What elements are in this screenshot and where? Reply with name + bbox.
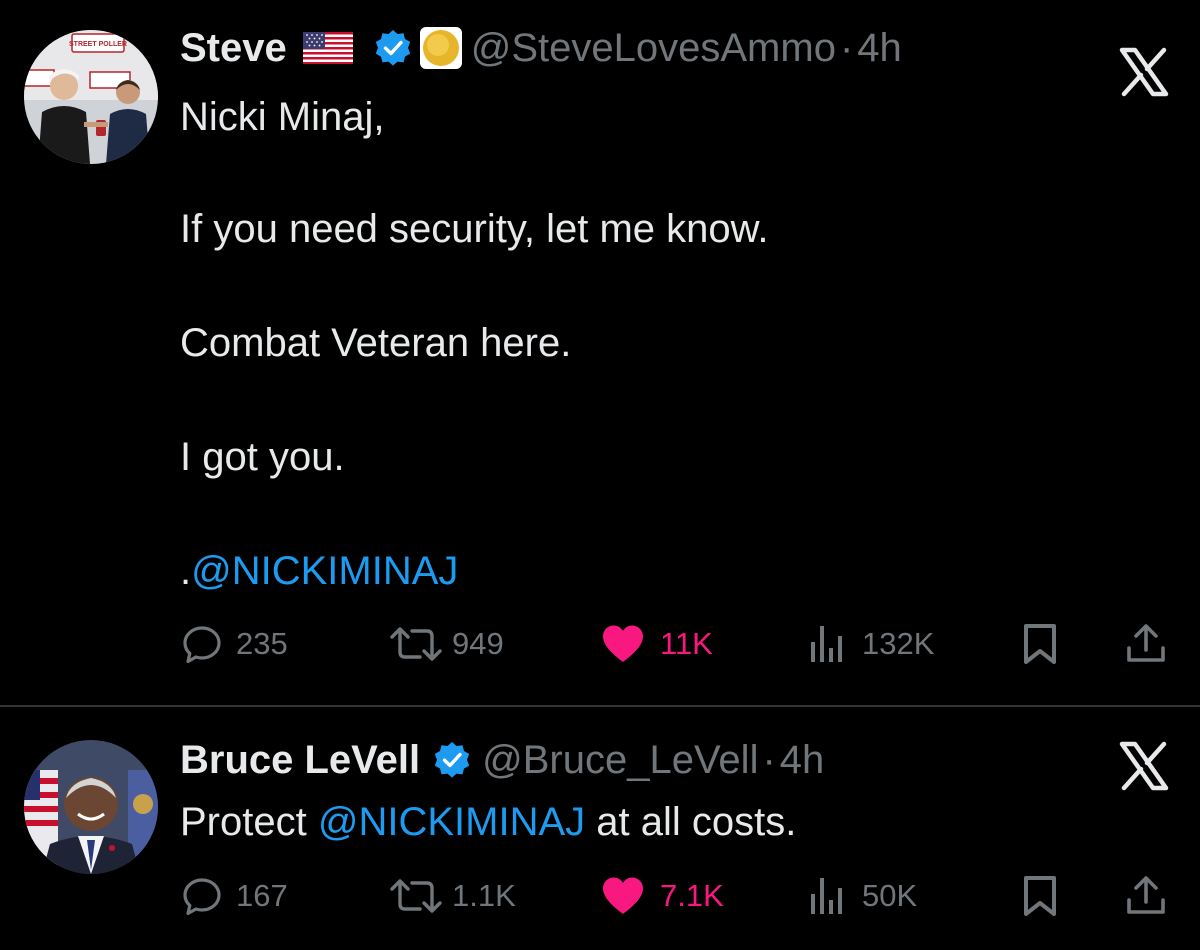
avatar[interactable]	[24, 740, 158, 874]
reply-button[interactable]: 235	[180, 620, 288, 668]
x-logo-icon	[1116, 44, 1172, 100]
bookmark-button[interactable]	[1020, 872, 1060, 920]
views-button[interactable]: 132K	[808, 620, 934, 668]
share-button[interactable]	[1124, 872, 1168, 920]
tweet-text-line-3: Combat Veteran here.	[180, 321, 572, 365]
avatar-bruce-image	[24, 740, 158, 874]
tweet-bruce-levell[interactable]: Bruce LeVell @Bruce_LeVell · 4h Protect …	[0, 708, 1200, 950]
tweet-text-before: Protect	[180, 800, 318, 844]
tweet-header: Bruce LeVell @Bruce_LeVell · 4h	[180, 736, 824, 784]
like-count: 11K	[660, 626, 713, 661]
avatar-steve-image: STREET POLLER	[24, 30, 158, 164]
gold-circle-badge-icon[interactable]	[419, 26, 463, 70]
avatar[interactable]: STREET POLLER	[24, 30, 158, 164]
tweet-text-line-4: I got you.	[180, 435, 345, 479]
tweet-steve[interactable]: STREET POLLER Steve @SteveLovesAmmo · 4h…	[0, 0, 1200, 706]
repost-icon	[390, 627, 442, 661]
x-logo-icon	[1116, 738, 1172, 794]
user-handle[interactable]: @SteveLovesAmmo	[471, 24, 836, 72]
repost-count: 949	[452, 626, 504, 661]
mention-link[interactable]: @NICKIMINAJ	[318, 800, 585, 844]
action-bar: 167 1.1K 7.1K 50K	[180, 872, 1170, 920]
reply-icon	[183, 878, 221, 916]
reply-count: 235	[236, 626, 288, 661]
tweet-header: Steve @SteveLovesAmmo · 4h	[180, 24, 902, 72]
separator-dot: ·	[762, 738, 776, 782]
share-button[interactable]	[1124, 620, 1168, 668]
reply-icon	[183, 626, 221, 664]
views-icon	[811, 626, 842, 662]
like-icon	[603, 625, 643, 662]
share-icon	[1127, 624, 1165, 662]
display-name[interactable]: Bruce LeVell	[180, 736, 420, 784]
reply-button[interactable]: 167	[180, 872, 288, 920]
mention-prefix: .	[180, 549, 192, 593]
tweet-divider	[0, 705, 1200, 707]
mention-link[interactable]: @NICKIMINAJ	[191, 549, 458, 593]
user-handle[interactable]: @Bruce_LeVell	[482, 736, 758, 784]
views-count: 50K	[862, 878, 918, 913]
tweet-text-after: at all costs.	[585, 800, 797, 844]
bookmark-button[interactable]	[1020, 620, 1060, 668]
tweet-mention-line: .@NICKIMINAJ	[180, 548, 458, 594]
reply-count: 167	[236, 878, 288, 913]
tweet-text: Protect @NICKIMINAJ at all costs.	[180, 799, 796, 845]
us-flag-icon	[302, 32, 353, 64]
timestamp[interactable]: 4h	[857, 24, 902, 72]
avatar-sign-text: STREET POLLER	[69, 41, 127, 48]
repost-button[interactable]: 1.1K	[386, 872, 516, 920]
views-icon	[811, 878, 842, 914]
views-count: 132K	[862, 626, 935, 661]
share-icon	[1127, 876, 1165, 914]
verified-badge-icon[interactable]	[432, 740, 472, 780]
display-name[interactable]: Steve	[180, 24, 287, 72]
timestamp[interactable]: 4h	[780, 736, 825, 784]
views-button[interactable]: 50K	[808, 872, 917, 920]
action-bar: 235 949 11K 132K	[180, 620, 1170, 668]
repost-button[interactable]: 949	[386, 620, 504, 668]
tweet-text-line-2: If you need security, let me know.	[180, 207, 769, 251]
like-count: 7.1K	[660, 878, 724, 913]
like-icon	[603, 877, 643, 914]
bookmark-icon	[1024, 624, 1056, 664]
like-button[interactable]: 7.1K	[600, 872, 724, 920]
repost-count: 1.1K	[452, 878, 516, 913]
like-button[interactable]: 11K	[600, 620, 713, 668]
verified-badge-icon[interactable]	[373, 28, 413, 68]
tweet-text-line-1: Nicki Minaj,	[180, 95, 385, 139]
repost-icon	[390, 879, 442, 913]
bookmark-icon	[1024, 876, 1056, 916]
separator-dot: ·	[839, 26, 854, 70]
